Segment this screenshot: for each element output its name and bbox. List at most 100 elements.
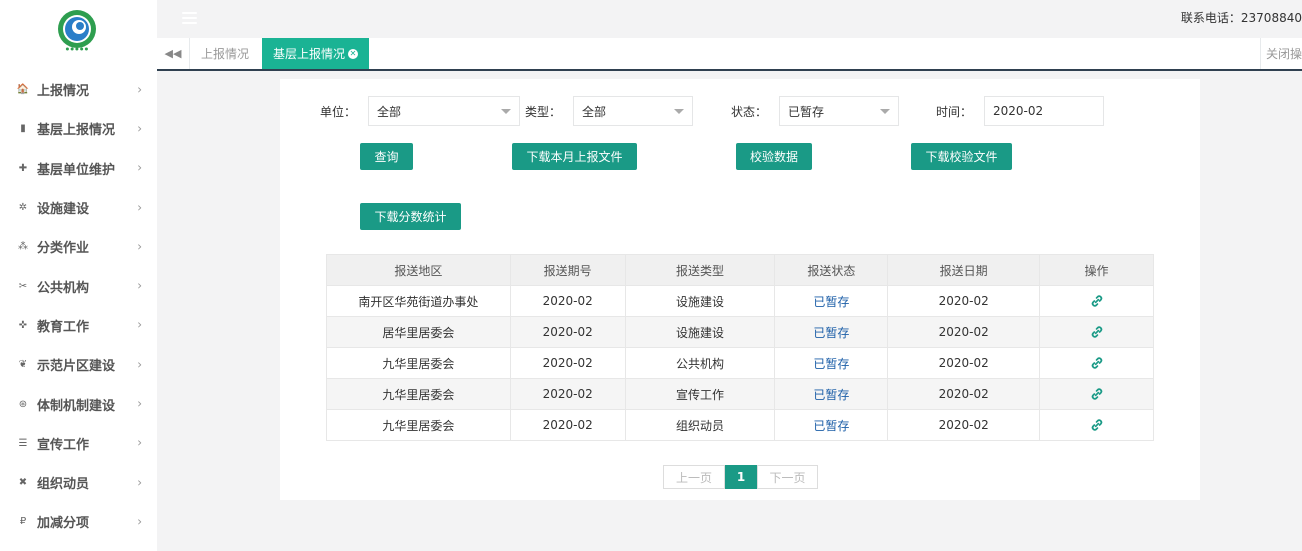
- sidebar: ● ● ● ● ● 🏠 上报情况 › ▮ 基层上报情况 › ✚ 基层单位维护 › ✲ 设施建设 › ⁂ 分…: [0, 0, 157, 551]
- sidebar-item[interactable]: ❦ 示范片区建设 ›: [0, 345, 157, 384]
- action-cell: [1039, 378, 1154, 410]
- users-icon: ✖: [18, 477, 28, 489]
- chevron-right-icon: ›: [137, 121, 142, 136]
- leaf-icon: ❦: [18, 359, 28, 371]
- status-select[interactable]: 已暂存: [779, 96, 899, 126]
- sidebar-item[interactable]: ✂ 公共机构 ›: [0, 266, 157, 305]
- download-month-report-button[interactable]: 下载本月上报文件: [512, 143, 637, 170]
- region-cell: 南开区华苑街道办事处: [326, 285, 511, 317]
- status-select-value: 已暂存: [788, 104, 825, 119]
- status-label: 状态：: [731, 105, 768, 119]
- period-cell: 2020-02: [509, 378, 626, 410]
- sidebar-item[interactable]: ✚ 基层单位维护 ›: [0, 149, 157, 188]
- column-header: 操作: [1039, 254, 1154, 286]
- content-panel: 单位： 全部 类型： 全部 状态： 已暂存 时间： 2020-02 查询 下载本…: [280, 79, 1200, 500]
- chevron-right-icon: ›: [137, 199, 142, 214]
- table-row: 九华里居委会 2020-02 公共机构 已暂存 2020-02: [326, 347, 1154, 379]
- table-row: 九华里居委会 2020-02 组织动员 已暂存 2020-02: [326, 409, 1154, 441]
- sidebar-item-label: 公共机构: [37, 280, 90, 296]
- download-verify-file-button[interactable]: 下载校验文件: [911, 143, 1012, 170]
- column-header: 报送地区: [326, 254, 511, 286]
- chevron-right-icon: ›: [137, 514, 142, 529]
- svg-text:● ● ● ● ●: ● ● ● ● ●: [66, 46, 89, 51]
- tab-grassroots-report[interactable]: 基层上报情况 ✕: [262, 38, 370, 69]
- link-icon[interactable]: [1090, 387, 1104, 401]
- unit-select[interactable]: 全部: [368, 96, 520, 126]
- plus-icon: ✚: [18, 162, 28, 174]
- verify-data-button[interactable]: 校验数据: [736, 143, 812, 170]
- sidebar-item[interactable]: ✜ 教育工作 ›: [0, 306, 157, 345]
- crosshair-icon: ✜: [18, 319, 28, 331]
- menu-toggle-icon[interactable]: [182, 12, 197, 26]
- home-icon: 🏠: [16, 84, 30, 96]
- unit-select-value: 全部: [377, 104, 402, 119]
- table-header-row: 报送地区 报送期号 报送类型 报送状态 报送日期 操作: [326, 254, 1154, 286]
- status-cell[interactable]: 已暂存: [774, 378, 889, 410]
- type-cell: 设施建设: [624, 316, 776, 348]
- next-page-button[interactable]: 下一页: [757, 465, 818, 489]
- page-number-button[interactable]: 1: [725, 465, 757, 489]
- sidebar-item-label: 宣传工作: [37, 437, 90, 453]
- sidebar-item[interactable]: 🏠 上报情况 ›: [0, 70, 157, 109]
- period-cell: 2020-02: [509, 316, 626, 348]
- logo-icon: ● ● ● ● ●: [58, 10, 96, 51]
- sidebar-item[interactable]: ✲ 设施建设 ›: [0, 188, 157, 227]
- region-cell: 九华里居委会: [326, 378, 511, 410]
- chevron-right-icon: ›: [137, 317, 142, 332]
- link-icon[interactable]: [1090, 356, 1104, 370]
- status-cell[interactable]: 已暂存: [774, 347, 889, 379]
- chevron-right-icon: ›: [137, 239, 142, 254]
- region-cell: 九华里居委会: [326, 347, 511, 379]
- chevron-right-icon: ›: [137, 474, 142, 489]
- status-cell[interactable]: 已暂存: [774, 285, 889, 317]
- column-header: 报送状态: [774, 254, 889, 286]
- ruble-icon: ₽: [19, 516, 27, 528]
- chevron-right-icon: ›: [137, 278, 142, 293]
- date-cell: 2020-02: [887, 378, 1041, 410]
- top-bar: 联系电话：23708840: [157, 0, 1302, 38]
- date-cell: 2020-02: [887, 409, 1041, 441]
- sidebar-item[interactable]: ₽ 加减分项 ›: [0, 502, 157, 541]
- period-cell: 2020-02: [509, 409, 626, 441]
- date-cell: 2020-02: [887, 316, 1041, 348]
- link-icon[interactable]: [1090, 325, 1104, 339]
- download-score-stats-button[interactable]: 下载分数统计: [360, 203, 461, 230]
- time-label: 时间：: [936, 105, 973, 119]
- close-tab-icon[interactable]: ✕: [348, 48, 359, 59]
- tab-label: 基层上报情况: [273, 47, 346, 61]
- type-cell: 公共机构: [624, 347, 776, 379]
- sidebar-item[interactable]: ☰ 宣传工作 ›: [0, 424, 157, 463]
- gear-icon: ✲: [18, 202, 28, 214]
- sidebar-item[interactable]: ⊛ 体制机制建设 ›: [0, 384, 157, 423]
- status-cell[interactable]: 已暂存: [774, 316, 889, 348]
- chevron-right-icon: ›: [137, 396, 142, 411]
- unit-label: 单位：: [320, 105, 357, 119]
- scissors-icon: ✂: [18, 280, 28, 292]
- tab-report-status[interactable]: 上报情况: [190, 38, 260, 69]
- tab-label: 上报情况: [201, 47, 250, 61]
- type-select[interactable]: 全部: [573, 96, 693, 126]
- chevron-right-icon: ›: [137, 435, 142, 450]
- action-cell: [1039, 347, 1154, 379]
- date-cell: 2020-02: [887, 285, 1041, 317]
- link-icon[interactable]: [1090, 418, 1104, 432]
- sidebar-item-label: 组织动员: [37, 477, 90, 493]
- query-button[interactable]: 查询: [360, 143, 413, 170]
- time-input[interactable]: 2020-02: [984, 96, 1104, 126]
- sidebar-item[interactable]: ✖ 组织动员 ›: [0, 463, 157, 502]
- tab-scroll-left-icon[interactable]: ◀◀: [157, 38, 190, 69]
- sidebar-item-label: 教育工作: [37, 319, 90, 335]
- status-cell[interactable]: 已暂存: [774, 409, 889, 441]
- period-cell: 2020-02: [509, 347, 626, 379]
- pagination: 上一页 1 下一页: [663, 465, 818, 489]
- sidebar-item[interactable]: ▮ 基层上报情况 ›: [0, 109, 157, 148]
- chevron-right-icon: ›: [137, 160, 142, 175]
- sidebar-item[interactable]: ⁂ 分类作业 ›: [0, 227, 157, 266]
- time-input-value: 2020-02: [993, 104, 1044, 118]
- prev-page-button[interactable]: 上一页: [663, 465, 725, 489]
- close-operations-button[interactable]: 关闭操作: [1260, 38, 1302, 69]
- column-header: 报送日期: [887, 254, 1041, 286]
- link-icon[interactable]: [1090, 294, 1104, 308]
- report-table: 报送地区 报送期号 报送类型 报送状态 报送日期 操作 南开区华苑街道办事处 20…: [326, 254, 1154, 441]
- sidebar-item-label: 设施建设: [37, 202, 90, 218]
